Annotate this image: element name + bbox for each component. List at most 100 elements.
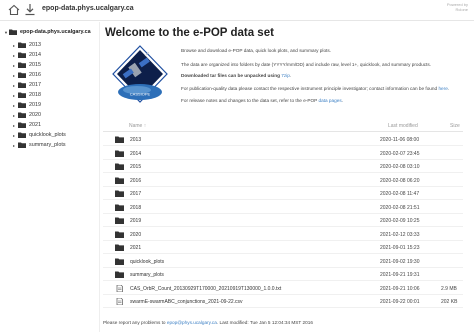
sidebar-item-2018[interactable]: ▸ 2018 xyxy=(13,92,41,98)
home-icon[interactable] xyxy=(8,4,20,16)
sidebar-item-label: 2021 xyxy=(29,122,41,128)
caret-right-icon[interactable]: ▸ xyxy=(13,103,17,108)
folder-icon xyxy=(18,42,26,48)
site-title[interactable]: epop-data.phys.ucalgary.ca xyxy=(42,5,134,12)
entry-size: 202 KB xyxy=(441,299,458,305)
folder-row[interactable]: 2019 2020-02-09 10:25 xyxy=(103,214,463,227)
sidebar-item-summary-plots[interactable]: ▸ summary_plots xyxy=(13,142,66,148)
footer-prefix: Please report any problems to xyxy=(103,320,167,325)
entry-name-link[interactable]: 2019 xyxy=(130,218,141,224)
caret-right-icon[interactable]: ▸ xyxy=(13,143,17,148)
file-row[interactable]: CAS_OrbR_Count_20130929T170000_20210919T… xyxy=(103,282,463,295)
sidebar-item-2014[interactable]: ▸ 2014 xyxy=(13,52,41,58)
caret-down-icon[interactable]: ▼ xyxy=(4,30,8,35)
folder-icon xyxy=(18,72,26,78)
entry-name-link[interactable]: 2020 xyxy=(130,232,141,238)
entry-modified: 2021-09-21 10:06 xyxy=(380,285,420,292)
folder-icon xyxy=(115,204,124,211)
intro-suffix: . xyxy=(447,86,450,91)
folder-row[interactable]: 2021 2021-09-01 15:23 xyxy=(103,241,463,254)
entry-name-link[interactable]: 2015 xyxy=(130,164,141,170)
footer: Please report any problems to epop@phys.… xyxy=(103,320,313,325)
sidebar-item-quicklook-plots[interactable]: ▸ quicklook_plots xyxy=(13,132,66,138)
folder-row[interactable]: 2014 2020-02-07 23:45 xyxy=(103,147,463,160)
sidebar-item-2021[interactable]: ▸ 2021 xyxy=(13,122,41,128)
entry-size: 2.9 MB xyxy=(441,285,457,292)
folder-row[interactable]: 2013 2020-11-06 08:00 xyxy=(103,133,463,146)
caret-right-icon[interactable]: ▸ xyxy=(13,83,17,88)
folder-row[interactable]: 2015 2020-02-08 03:10 xyxy=(103,160,463,173)
entry-modified: 2020-02-07 23:45 xyxy=(380,150,420,157)
sidebar-item-2016[interactable]: ▸ 2016 xyxy=(13,72,41,78)
intro-line: Browse and download e-POP data, quick lo… xyxy=(181,48,331,53)
entry-name-link[interactable]: 2014 xyxy=(130,151,141,157)
folder-icon xyxy=(115,217,124,224)
folder-icon xyxy=(115,163,124,170)
entry-name-link[interactable]: quicklook_plots xyxy=(130,259,164,265)
entry-name-link[interactable]: CAS_OrbR_Count_20130929T170000_20210919T… xyxy=(130,286,281,292)
entry-name-link[interactable]: 2013 xyxy=(130,137,141,143)
file-icon xyxy=(116,284,123,292)
entry-name-link[interactable]: 2016 xyxy=(130,178,141,184)
entry-name-link[interactable]: 2017 xyxy=(130,191,141,197)
listing-header: Name ↑ Last modified Size xyxy=(103,120,463,132)
entry-modified: 2021-09-22 00:01 xyxy=(380,299,420,305)
folder-icon xyxy=(115,231,124,238)
entry-name-link[interactable]: swarmE-swarmABC_conjunctions_2021-09-22.… xyxy=(130,299,243,305)
folder-row[interactable]: quicklook_plots 2021-09-02 19:30 xyxy=(103,255,463,268)
sidebar-item-label: 2015 xyxy=(29,62,41,68)
contact-here-link[interactable]: here xyxy=(438,86,447,91)
sidebar-item-2013[interactable]: ▸ 2013 xyxy=(13,42,41,48)
entry-modified: 2021-09-01 15:23 xyxy=(380,245,420,251)
intro-suffix: . xyxy=(341,98,344,103)
folder-icon xyxy=(18,52,26,58)
folder-icon xyxy=(18,132,26,138)
sidebar: ▼ epop-data.phys.ucalgary.ca ▸ 2013 ▸ 20… xyxy=(0,22,100,332)
folder-row[interactable]: 2017 2020-02-08 11:47 xyxy=(103,187,463,200)
contact-email-link[interactable]: epop@phys.ucalgary.ca xyxy=(167,320,217,325)
7zip-link[interactable]: 7zip xyxy=(281,73,290,78)
intro-bold-text: Downloaded tar files can be unpacked usi… xyxy=(181,73,282,78)
top-bar: epop-data.phys.ucalgary.ca Powered by Rc… xyxy=(0,0,474,21)
entry-modified: 2021-09-21 19:31 xyxy=(380,272,420,278)
sidebar-item-2020[interactable]: ▸ 2020 xyxy=(13,112,41,118)
download-icon[interactable] xyxy=(24,3,36,16)
sidebar-item-2015[interactable]: ▸ 2015 xyxy=(13,62,41,68)
entry-modified: 2021-02-12 03:33 xyxy=(380,231,420,238)
file-icon xyxy=(116,298,123,305)
logo-text: CASSIOPE xyxy=(130,92,151,97)
caret-right-icon[interactable]: ▸ xyxy=(13,73,17,78)
caret-right-icon[interactable]: ▸ xyxy=(13,63,17,68)
folder-row[interactable]: 2016 2020-02-08 06:20 xyxy=(103,174,463,187)
caret-right-icon[interactable]: ▸ xyxy=(13,133,17,138)
entry-name-link[interactable]: summary_plots xyxy=(130,272,164,278)
caret-right-icon[interactable]: ▸ xyxy=(13,43,17,48)
sidebar-item-label: summary_plots xyxy=(29,142,66,148)
sort-by-name-button[interactable]: Name ↑ xyxy=(129,123,146,129)
sort-by-modified-button[interactable]: Last modified xyxy=(388,123,418,129)
entry-name-link[interactable]: 2021 xyxy=(130,245,141,251)
entry-modified: 2020-02-08 21:51 xyxy=(380,204,420,211)
folder-icon xyxy=(18,142,26,148)
powered-by-line2: Rclone xyxy=(455,7,468,12)
caret-right-icon[interactable]: ▸ xyxy=(13,123,17,128)
file-row[interactable]: swarmE-swarmABC_conjunctions_2021-09-22.… xyxy=(103,295,463,308)
folder-row[interactable]: 2020 2021-02-12 03:33 xyxy=(103,228,463,241)
folder-icon xyxy=(115,177,124,184)
sidebar-item-2019[interactable]: ▸ 2019 xyxy=(13,102,41,108)
intro-line-release: For release notes and changes to the dat… xyxy=(181,98,343,103)
folder-row[interactable]: summary_plots 2021-09-21 19:31 xyxy=(103,268,463,281)
folder-icon xyxy=(18,112,26,118)
caret-right-icon[interactable]: ▸ xyxy=(13,113,17,118)
powered-by[interactable]: Powered by Rclone xyxy=(447,2,468,12)
folder-row[interactable]: 2018 2020-02-08 21:51 xyxy=(103,201,463,214)
sort-by-size-button[interactable]: Size xyxy=(450,123,460,129)
data-pages-link[interactable]: data pages xyxy=(319,98,342,103)
entry-name-link[interactable]: 2018 xyxy=(130,205,141,211)
tree-root[interactable]: ▼ epop-data.phys.ucalgary.ca xyxy=(4,29,91,35)
caret-right-icon[interactable]: ▸ xyxy=(13,53,17,58)
caret-right-icon[interactable]: ▸ xyxy=(13,93,17,98)
entry-modified: 2020-02-08 03:10 xyxy=(380,164,420,170)
sidebar-item-label: quicklook_plots xyxy=(29,132,66,138)
sidebar-item-2017[interactable]: ▸ 2017 xyxy=(13,82,41,88)
